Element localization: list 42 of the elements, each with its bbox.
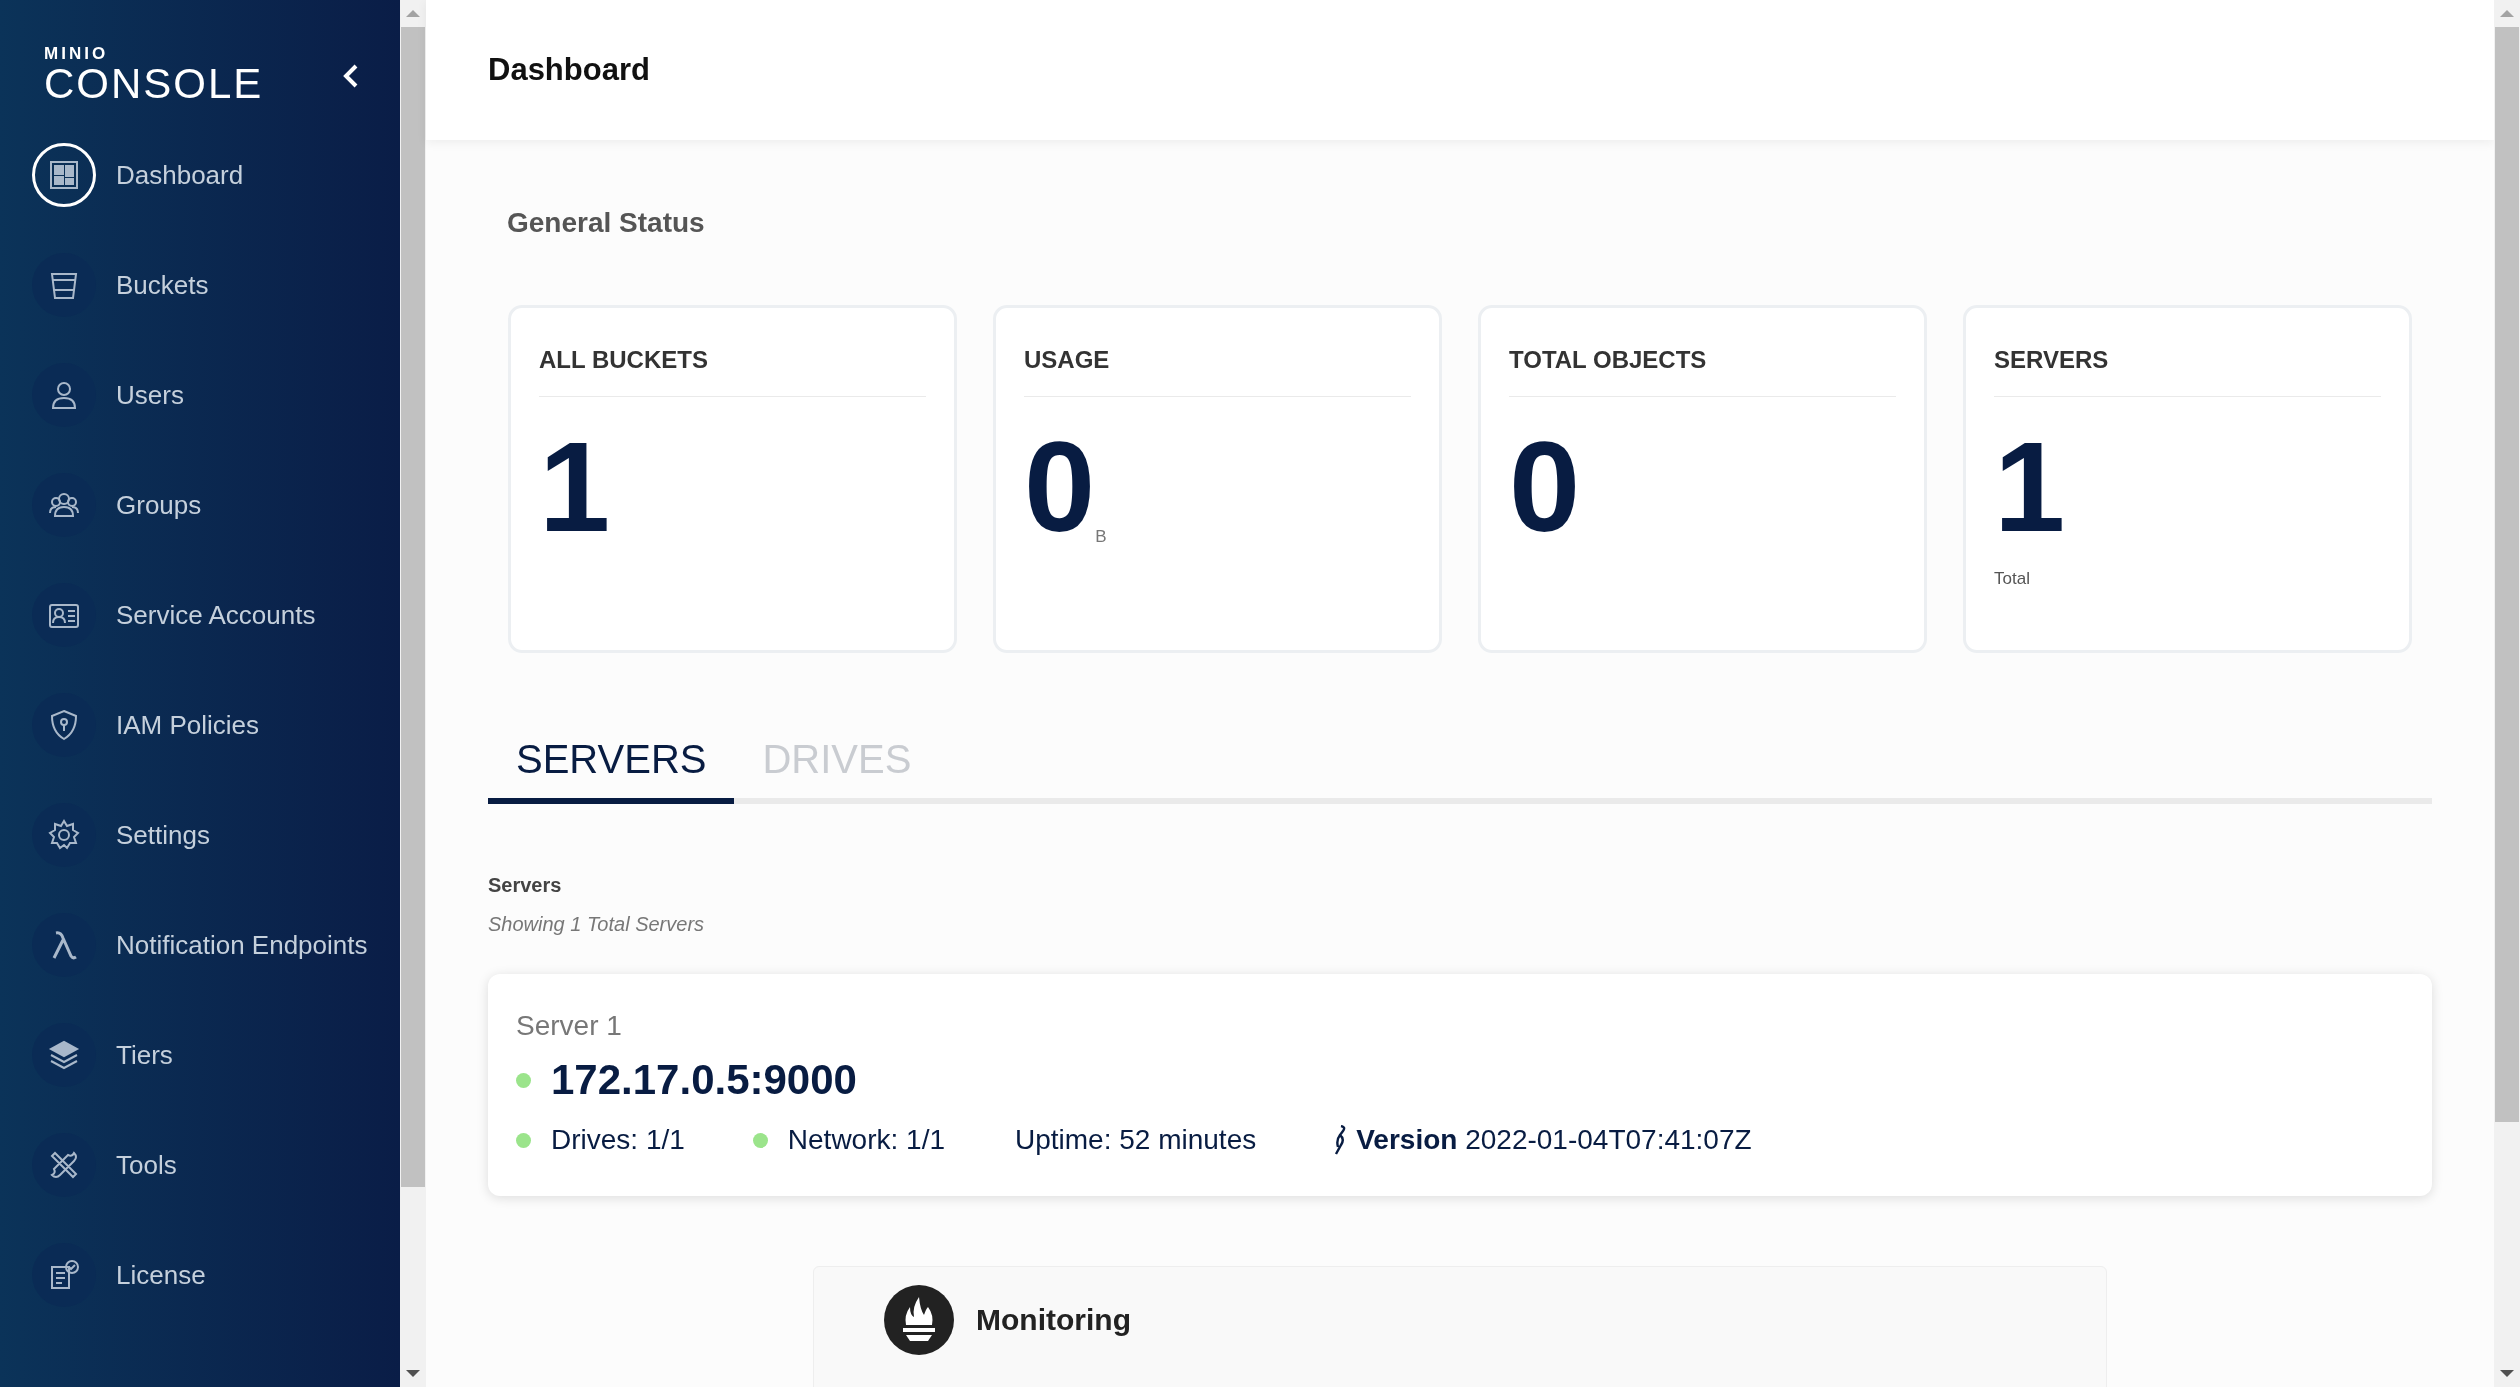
logo-title: CONSOLE <box>44 62 264 106</box>
stat-value: 1 <box>1994 423 2066 551</box>
section-title: General Status <box>506 207 706 239</box>
version-text: Version 2022-01-04T07:41:07Z <box>1356 1124 1752 1156</box>
list-title: Servers <box>488 874 563 897</box>
sidebar-item[interactable]: Tools <box>32 1110 400 1220</box>
stat-caption: Total <box>1994 569 2031 589</box>
card-title: ALL BUCKETS <box>539 346 709 374</box>
page-title: Dashboard <box>488 52 650 88</box>
server-name: Server 1 <box>516 1010 623 1042</box>
settings-icon <box>47 818 81 852</box>
card-title: USAGE <box>1024 346 1111 374</box>
card-title: SERVERS <box>1994 346 2110 374</box>
tab[interactable]: SERVERS <box>488 719 735 804</box>
drives-status: Drives: 1/1 <box>551 1124 685 1156</box>
stat-value: 0 <box>1024 423 1096 551</box>
sidebar-item[interactable]: Service Accounts <box>32 560 400 670</box>
list-subtitle: Showing 1 Total Servers <box>488 913 706 936</box>
stat-value: 1 <box>539 423 611 551</box>
sidebar-item[interactable]: Notification Endpoints <box>32 890 400 1000</box>
sidebar-item[interactable]: Settings <box>32 780 400 890</box>
sidebar-item[interactable]: Tiers <box>32 1000 400 1110</box>
stat-value: 0 <box>1509 423 1581 551</box>
panel-title: Monitoring <box>976 1303 1131 1337</box>
scrollbar[interactable] <box>400 0 426 1387</box>
network-status: Network: 1/1 <box>787 1124 945 1156</box>
sidebar-item[interactable]: Buckets <box>32 230 400 340</box>
dashboard-icon <box>47 158 81 192</box>
scrollbar[interactable] <box>2494 0 2520 1387</box>
sidebar-item[interactable]: Groups <box>32 450 400 560</box>
unit-label: B <box>1095 527 1107 547</box>
sidebar-item[interactable]: Users <box>32 340 400 450</box>
layers-icon <box>47 1038 81 1072</box>
logo-text: MINIO <box>44 46 110 62</box>
uptime-text: Uptime: 52 minutes <box>1015 1124 1257 1156</box>
sidebar-item[interactable]: IAM Policies <box>32 670 400 780</box>
card-title: TOTAL OBJECTS <box>1509 346 1708 374</box>
collapse-icon[interactable] <box>342 63 360 89</box>
sidebar-item[interactable]: Dashboard <box>32 120 400 230</box>
torch-icon <box>884 1285 954 1355</box>
sidebar-item[interactable]: License <box>32 1220 400 1330</box>
server-address: 172.17.0.5:9000 <box>551 1056 857 1104</box>
